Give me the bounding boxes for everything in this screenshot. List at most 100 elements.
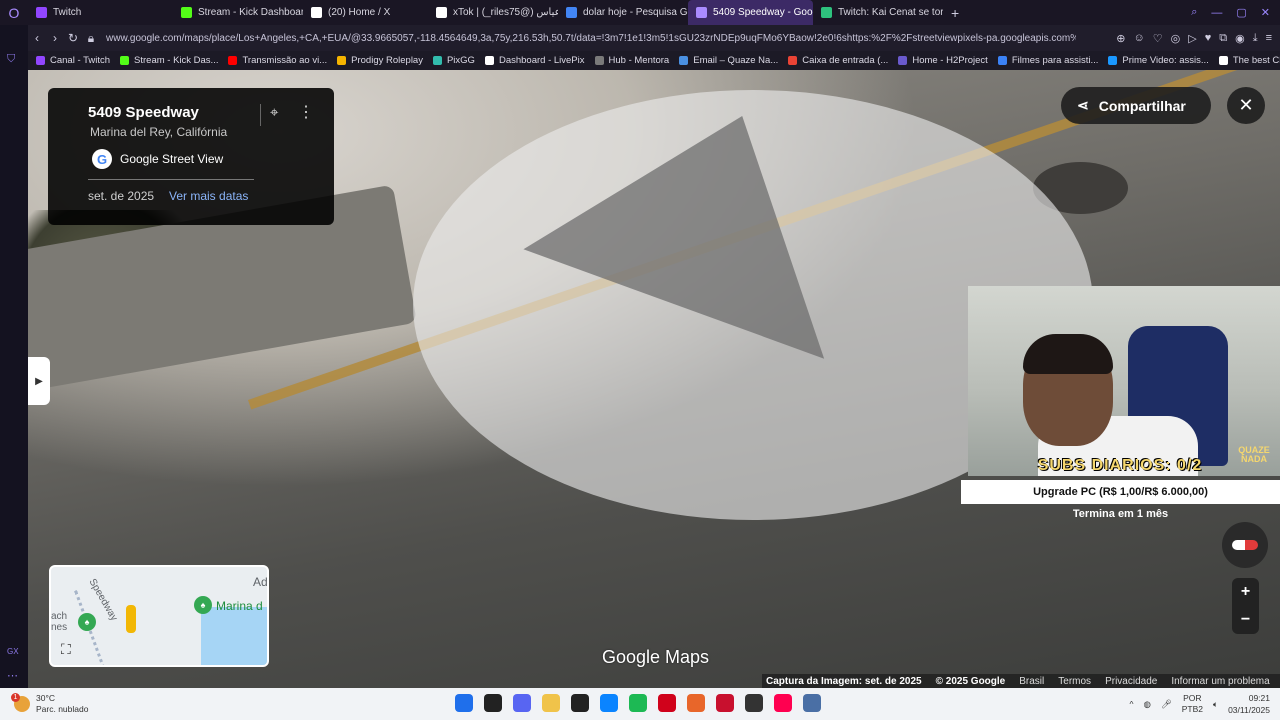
privacy-link[interactable]: Privacidade xyxy=(1105,676,1157,687)
taskbar-app-icon[interactable] xyxy=(803,694,821,712)
extensions-icon[interactable]: ⧉ xyxy=(1219,32,1227,45)
taskbar-app-icon[interactable] xyxy=(455,694,473,712)
play-icon[interactable]: ▷ xyxy=(1188,32,1196,45)
pegman-icon[interactable] xyxy=(126,605,136,633)
tab-favicon-icon xyxy=(311,7,322,18)
zoom-icon[interactable]: ⊕ xyxy=(1116,32,1125,45)
bookmark-12[interactable]: The best ChatBot... xyxy=(1218,55,1280,66)
opera-menu-icon[interactable]: O xyxy=(0,0,28,25)
close-window-icon[interactable]: ✕ xyxy=(1261,6,1270,19)
taskbar-app-icon[interactable] xyxy=(745,694,763,712)
mic-icon[interactable]: 🎤︎ xyxy=(1161,699,1172,710)
bookmark-4[interactable]: PixGG xyxy=(432,55,475,66)
gx-icon[interactable]: GX xyxy=(7,647,19,656)
browser-sidebar: ⛉ GX ⋯ xyxy=(0,25,28,688)
bookmark-label: Caixa de entrada (... xyxy=(802,55,889,66)
profile-icon[interactable]: ◉ xyxy=(1235,32,1245,45)
workspace-icon[interactable]: ⛉ xyxy=(7,53,15,66)
taskbar-app-icon[interactable] xyxy=(542,694,560,712)
emoji-icon[interactable]: ☺ xyxy=(1134,32,1145,45)
bookmark-2[interactable]: Transmissão ao vi... xyxy=(228,55,327,66)
bookmark-9[interactable]: Home - H2Project xyxy=(898,55,988,66)
bookmark-1[interactable]: Stream - Kick Das... xyxy=(120,55,218,66)
goal-bar: Upgrade PC (R$ 1,00/R$ 6.000,00) xyxy=(961,480,1280,504)
tab-2[interactable]: (20) Home / X xyxy=(303,0,428,25)
location-pin-icon[interactable]: ⌖ xyxy=(270,104,278,121)
camera-icon[interactable]: ◎ xyxy=(1171,32,1181,45)
place-subtitle: Marina del Rey, Califórnia xyxy=(90,125,228,139)
zoom-out-button[interactable]: − xyxy=(1232,606,1259,634)
minimap[interactable]: Speedway Marina d ach nes Ad ♠ ♠ ⛶ xyxy=(49,565,269,667)
tab-6[interactable]: Twitch: Kai Cenat se torna xyxy=(813,0,943,25)
reload-icon[interactable]: ↻ xyxy=(64,31,82,45)
date: 03/11/2025 xyxy=(1228,705,1270,715)
maximize-icon[interactable]: ▢ xyxy=(1236,6,1246,19)
search-icon[interactable]: ⌕ xyxy=(1191,6,1197,19)
close-street-view-button[interactable]: ✕ xyxy=(1227,87,1265,124)
zoom-in-button[interactable]: + xyxy=(1232,578,1259,606)
url-field[interactable]: www.google.com/maps/place/Los+Angeles,+C… xyxy=(106,33,1076,44)
taskbar-app-icon[interactable] xyxy=(716,694,734,712)
more-options-icon[interactable]: ⋮ xyxy=(298,102,314,122)
clock[interactable]: 09:21 03/11/2025 xyxy=(1228,692,1270,716)
volume-icon[interactable]: 🔈︎ xyxy=(1213,699,1218,710)
street-view-source[interactable]: G Google Street View xyxy=(92,149,223,169)
divider-line xyxy=(88,179,254,180)
map-footer: Captura da Imagem: set. de 2025 © 2025 G… xyxy=(762,674,1280,688)
bookmark-label: Transmissão ao vi... xyxy=(242,55,328,66)
back-icon[interactable]: ‹ xyxy=(28,31,46,45)
tab-favicon-icon xyxy=(566,7,577,18)
share-button[interactable]: ⋖ Compartilhar xyxy=(1061,87,1211,124)
compass-icon[interactable] xyxy=(1222,522,1268,568)
terms-link[interactable]: Termos xyxy=(1058,676,1091,687)
chevron-up-icon[interactable]: ^ xyxy=(1129,699,1133,709)
bookmark-0[interactable]: Canal - Twitch xyxy=(36,55,110,66)
more-icon[interactable]: ⋯ xyxy=(7,669,18,682)
network-icon[interactable]: ◍ xyxy=(1143,699,1150,710)
bookmark-5[interactable]: Dashboard - LivePix xyxy=(484,55,585,66)
menu-icon[interactable]: ≡ xyxy=(1266,32,1272,45)
taskbar-app-icon[interactable] xyxy=(687,694,705,712)
tab-bar: O Twitch Stream - Kick Dashboard (20) Home… xyxy=(0,0,1280,25)
see-more-dates-link[interactable]: Ver mais datas xyxy=(169,189,248,203)
capture-date: set. de 2025 xyxy=(88,189,155,203)
new-tab-plus-icon[interactable]: + xyxy=(943,5,967,21)
bookmark-8[interactable]: Caixa de entrada (... xyxy=(788,55,888,66)
heart-icon[interactable]: ♥ xyxy=(1205,32,1212,45)
taskbar-app-icon[interactable] xyxy=(600,694,618,712)
webcam-overlay: QUAZE NADA xyxy=(968,286,1280,476)
time: 09:21 xyxy=(1248,693,1270,703)
park-pin-icon[interactable]: ♠ xyxy=(78,613,96,631)
language-indicator[interactable]: POR PTB2 xyxy=(1182,693,1203,715)
tab-0[interactable]: Twitch xyxy=(28,0,173,25)
minimize-icon[interactable]: — xyxy=(1211,7,1222,19)
park-pin-icon[interactable]: ♠ xyxy=(194,596,212,614)
window-controls: ⌕ — ▢ ✕ xyxy=(1191,0,1280,25)
download-icon[interactable]: ⤓ xyxy=(1253,32,1258,45)
taskbar-app-icon[interactable] xyxy=(513,694,531,712)
tab-1[interactable]: Stream - Kick Dashboard xyxy=(173,0,303,25)
bookmark-7[interactable]: Email – Quaze Na... xyxy=(679,55,778,66)
bookmark-6[interactable]: Hub - Mentora xyxy=(594,55,669,66)
taskbar-app-icon[interactable] xyxy=(658,694,676,712)
taskbar-app-icon[interactable] xyxy=(484,694,502,712)
bookmark-icon[interactable]: ♡ xyxy=(1153,32,1163,45)
tab-5[interactable]: 5409 Speedway - Google xyxy=(688,0,813,25)
bookmark-3[interactable]: Prodigy Roleplay xyxy=(337,55,423,66)
taskbar-app-icon[interactable] xyxy=(629,694,647,712)
bookmark-favicon-icon xyxy=(594,56,604,65)
bookmark-favicon-icon xyxy=(432,56,442,65)
forward-icon[interactable]: › xyxy=(46,31,64,45)
tab-3[interactable]: xTok | (_riles75@) اعياس xyxy=(428,0,558,25)
report-problem-link[interactable]: Informar um problema xyxy=(1171,676,1269,687)
taskbar-app-icon[interactable] xyxy=(571,694,589,712)
tab-4[interactable]: dolar hoje - Pesquisa Goo xyxy=(558,0,688,25)
country-link[interactable]: Brasil xyxy=(1019,676,1044,687)
expand-side-panel-button[interactable]: ▶ xyxy=(28,357,50,405)
bookmark-10[interactable]: Filmes para assisti... xyxy=(997,55,1098,66)
subs-goal-banner: SUBS DIARIOS: 0/2 xyxy=(1037,457,1203,474)
taskbar-app-icon[interactable] xyxy=(774,694,792,712)
bookmark-11[interactable]: Prime Video: assis... xyxy=(1108,55,1209,66)
weather-widget[interactable]: 1 30°C Parc. nublado xyxy=(0,693,88,715)
expand-map-icon[interactable]: ⛶ xyxy=(61,641,79,659)
